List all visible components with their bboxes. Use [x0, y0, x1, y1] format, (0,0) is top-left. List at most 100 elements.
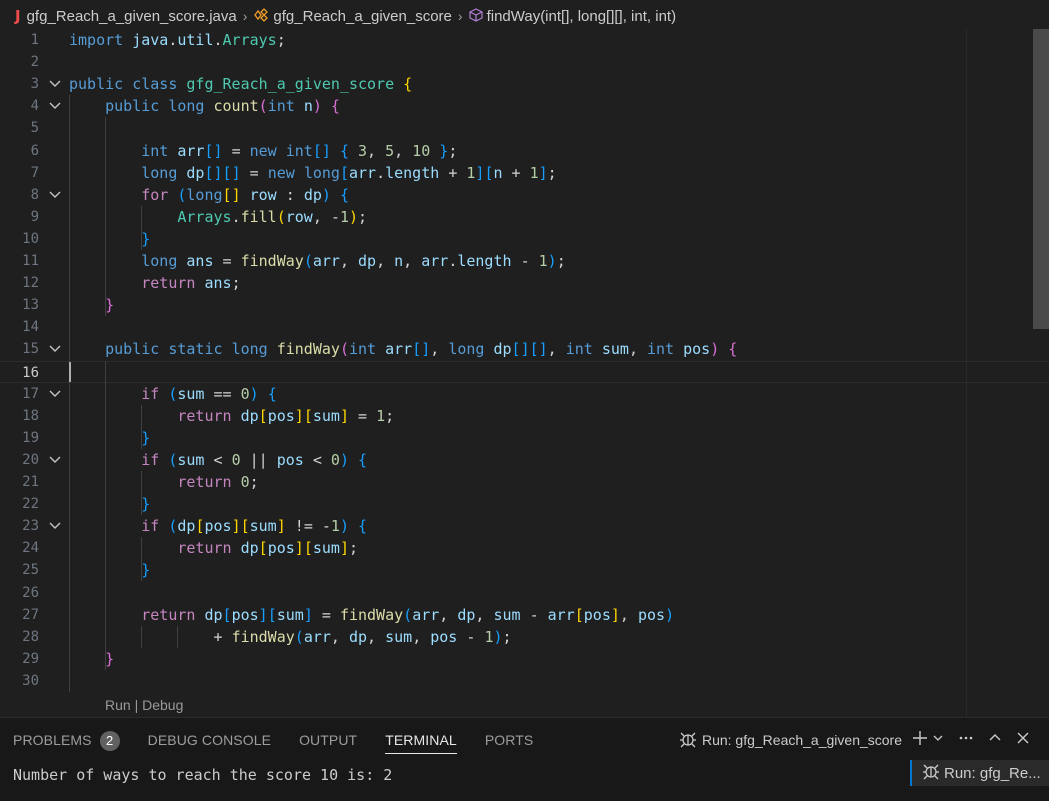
code-line[interactable]: 6 int arr[] = new int[] { 3, 5, 10 };	[0, 140, 1049, 162]
close-icon[interactable]	[1016, 731, 1030, 750]
code-line[interactable]: 19 }	[0, 427, 1049, 449]
line-number: 3	[30, 76, 39, 93]
code-text: long ans = findWay(arr, dp, n, arr.lengt…	[141, 252, 566, 270]
breadcrumb-class[interactable]: gfg_Reach_a_given_score	[273, 8, 451, 25]
breadcrumb-method[interactable]: findWay(int[], long[][], int, int)	[487, 8, 677, 25]
line-number: 22	[22, 496, 39, 513]
code-line[interactable]: 7 long dp[][] = new long[arr.length + 1]…	[0, 162, 1049, 184]
code-text: if (dp[pos][sum] != -1) {	[141, 517, 368, 536]
line-number: 9	[30, 208, 39, 225]
code-text: public static long findWay(int arr[], lo…	[105, 340, 738, 359]
line-number: 7	[30, 164, 39, 181]
code-line[interactable]: 12 return ans;	[0, 272, 1049, 294]
tab-debug-console[interactable]: DEBUG CONSOLE	[148, 718, 271, 762]
code-text: public long count(int n) {	[105, 97, 340, 116]
breadcrumb-file[interactable]: gfg_Reach_a_given_score.java	[27, 8, 237, 25]
code-text: for (long[] row : dp) {	[141, 185, 349, 204]
indent-guide	[105, 360, 107, 670]
fold-chevron-icon[interactable]	[48, 95, 62, 117]
code-line[interactable]: 17 if (sum == 0) {	[0, 383, 1049, 405]
line-number: 25	[22, 562, 39, 579]
code-line[interactable]: 29 }	[0, 648, 1049, 670]
indent-guide	[141, 537, 143, 582]
editor-scrollbar[interactable]	[1033, 29, 1049, 329]
fold-chevron-icon[interactable]	[48, 338, 62, 360]
editor-ruler	[966, 29, 967, 717]
line-number: 27	[22, 606, 39, 623]
code-text: if (sum == 0) {	[141, 384, 277, 403]
line-number: 28	[22, 628, 39, 645]
terminal-instance-tab[interactable]: Run: gfg_Re...	[910, 760, 1049, 786]
fold-chevron-icon[interactable]	[48, 515, 62, 537]
line-number: 21	[22, 474, 39, 490]
code-line[interactable]: 16	[0, 360, 1049, 383]
indent-guide	[69, 95, 70, 692]
code-text: int arr[] = new int[] { 3, 5, 10 };	[141, 141, 458, 160]
code-line[interactable]: 30	[0, 670, 1049, 692]
code-line[interactable]: 8 for (long[] row : dp) {	[0, 184, 1049, 206]
code-line[interactable]: 9 Arrays.fill(row, -1);	[0, 206, 1049, 228]
code-line[interactable]: 15 public static long findWay(int arr[],…	[0, 338, 1049, 360]
chevron-right-icon: ›	[242, 8, 248, 24]
code-line[interactable]: 11 long ans = findWay(arr, dp, n, arr.le…	[0, 250, 1049, 272]
tab-output[interactable]: OUTPUT	[299, 718, 357, 762]
line-number: 10	[22, 230, 39, 247]
panel-actions: Run: gfg_Reach_a_given_score	[679, 718, 1049, 762]
code-text: return dp[pos][sum] = findWay(arr, dp, s…	[141, 605, 675, 624]
codelens-run-debug[interactable]: Run | Debug	[105, 697, 183, 713]
panel-tabs: PROBLEMS 2 DEBUG CONSOLE OUTPUT TERMINAL …	[0, 718, 548, 762]
line-number: 5	[30, 120, 39, 137]
code-line[interactable]: 1 import java.util.Arrays;	[0, 29, 1049, 51]
class-icon	[253, 7, 269, 25]
code-line[interactable]: 4 public long count(int n) {	[0, 95, 1049, 117]
maximize-icon[interactable]	[988, 731, 1002, 750]
line-number: 13	[22, 297, 39, 314]
code-line[interactable]: 10 }	[0, 228, 1049, 250]
indent-guide	[141, 471, 143, 516]
fold-chevron-icon[interactable]	[48, 449, 62, 471]
tab-problems[interactable]: PROBLEMS 2	[13, 718, 120, 762]
line-number: 19	[22, 429, 39, 446]
code-line[interactable]: 18 return dp[pos][sum] = 1;	[0, 405, 1049, 427]
code-line[interactable]: 5	[0, 117, 1049, 139]
code-line[interactable]: 22 }	[0, 493, 1049, 515]
line-number: 14	[22, 319, 39, 336]
terminal-run-selector[interactable]: Run: gfg_Reach_a_given_score	[679, 730, 902, 751]
code-line[interactable]: 14	[0, 316, 1049, 338]
bottom-panel: PROBLEMS 2 DEBUG CONSOLE OUTPUT TERMINAL …	[0, 717, 1049, 801]
code-line[interactable]: 3 public class gfg_Reach_a_given_score {	[0, 73, 1049, 95]
line-number: 26	[22, 584, 39, 601]
code-line[interactable]: 24 return dp[pos][sum];	[0, 537, 1049, 559]
code-line[interactable]: 21 return 0;	[0, 471, 1049, 493]
problems-count-badge: 2	[99, 731, 120, 751]
code-line[interactable]: 13 }	[0, 294, 1049, 316]
fold-chevron-icon[interactable]	[48, 73, 62, 95]
code-line[interactable]: 26	[0, 582, 1049, 604]
code-text: Arrays.fill(row, -1);	[177, 207, 368, 226]
code-text: return dp[pos][sum];	[177, 539, 358, 558]
indent-guide	[141, 404, 143, 449]
indent-guide	[141, 205, 143, 250]
line-number: 18	[22, 407, 39, 424]
code-text: }	[105, 649, 115, 668]
line-number: 24	[22, 540, 39, 557]
code-line[interactable]: 20 if (sum < 0 || pos < 0) {	[0, 449, 1049, 471]
code-editor[interactable]: 1 import java.util.Arrays; 2 3 public class …	[0, 29, 1049, 717]
chevron-right-icon: ›	[457, 8, 463, 24]
line-number: 4	[30, 98, 39, 115]
more-icon[interactable]	[958, 730, 974, 751]
line-number: 2	[30, 54, 39, 71]
code-text: }	[141, 229, 151, 248]
tab-ports[interactable]: PORTS	[485, 718, 533, 762]
code-line[interactable]: 2	[0, 51, 1049, 73]
terminal-output[interactable]: Number of ways to reach the score 10 is:…	[13, 766, 392, 784]
fold-chevron-icon[interactable]	[48, 184, 62, 206]
plus-icon[interactable]	[912, 730, 928, 751]
code-line[interactable]: 27 return dp[pos][sum] = findWay(arr, dp…	[0, 604, 1049, 626]
code-line[interactable]: 25 }	[0, 559, 1049, 581]
chevron-down-icon[interactable]	[932, 731, 944, 749]
fold-chevron-icon[interactable]	[48, 383, 62, 405]
code-line[interactable]: 28 + findWay(arr, dp, sum, pos - 1);	[0, 626, 1049, 648]
tab-terminal[interactable]: TERMINAL	[385, 718, 457, 762]
code-line[interactable]: 23 if (dp[pos][sum] != -1) {	[0, 515, 1049, 537]
